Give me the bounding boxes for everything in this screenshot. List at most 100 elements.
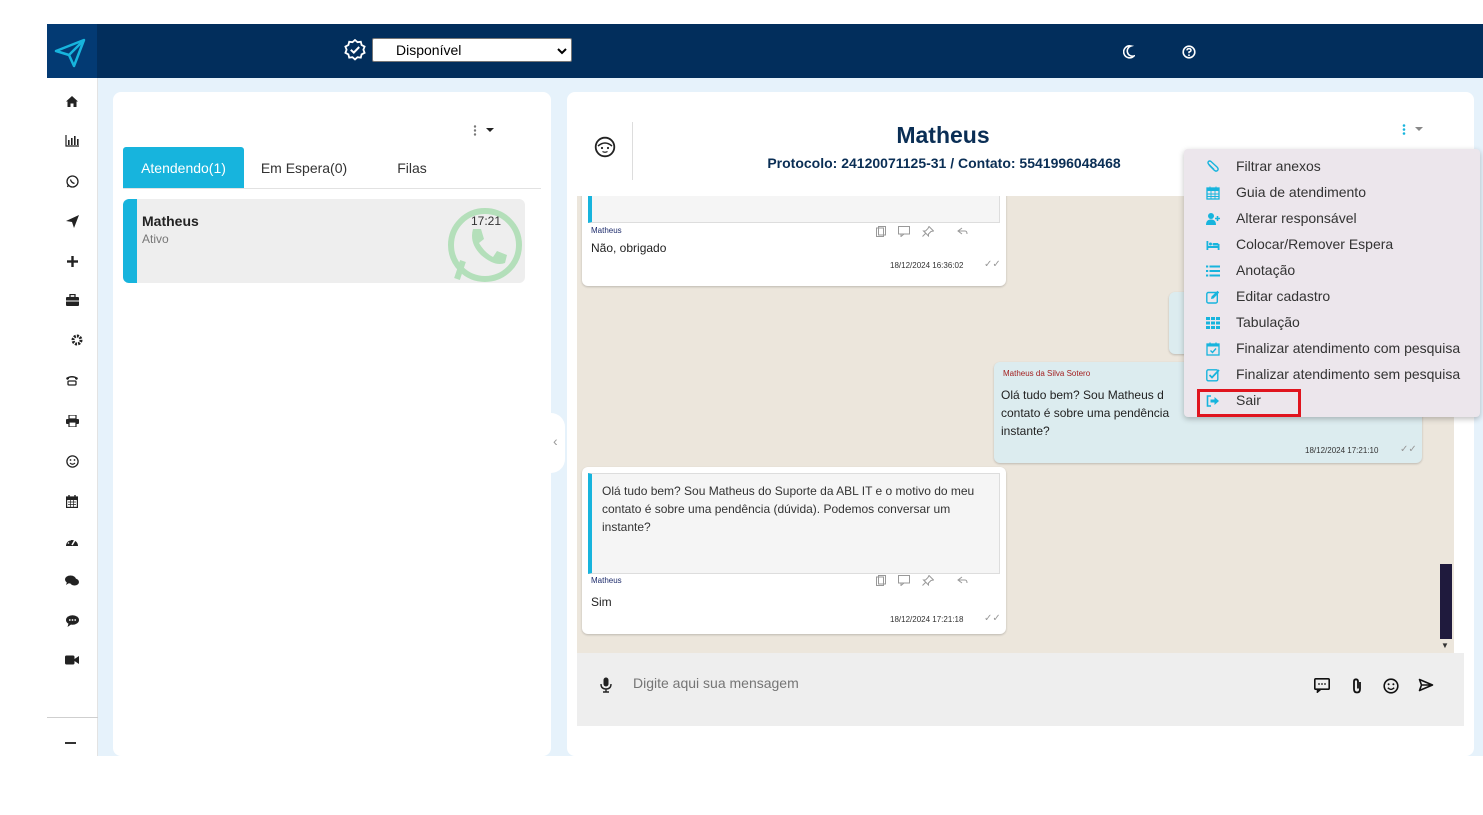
- comments-icon[interactable]: [64, 573, 80, 589]
- calendar-check-icon: [1206, 342, 1220, 356]
- tab-atendendo[interactable]: Atendendo(1): [123, 147, 244, 188]
- printer-icon[interactable]: [64, 413, 80, 429]
- edit-icon: [1206, 290, 1220, 304]
- contact-time: 17:21: [471, 214, 502, 228]
- chat-options-dropdown: Filtrar anexos Guia de atendimento Alter…: [1184, 149, 1480, 417]
- top-bar: Disponível: [47, 24, 1483, 78]
- menu-item-tabulacao[interactable]: Tabulação: [1184, 310, 1480, 336]
- copy-icon[interactable]: [876, 226, 886, 237]
- message-timestamp: 18/12/2024 16:36:02: [890, 261, 964, 270]
- chevron-left-icon: ‹: [553, 433, 558, 449]
- read-receipt-icon: ✓✓: [1400, 444, 1417, 455]
- moon-icon[interactable]: [1123, 45, 1135, 59]
- menu-item-guia-atendimento[interactable]: Guia de atendimento: [1184, 180, 1480, 206]
- message-sender: Matheus: [591, 576, 622, 585]
- copy-icon[interactable]: [876, 575, 886, 586]
- menu-item-label: Guia de atendimento: [1236, 184, 1366, 200]
- list-icon: [1206, 265, 1220, 277]
- bed-icon: [1206, 241, 1220, 250]
- message-input[interactable]: [633, 671, 1233, 695]
- status-select-value: Disponível: [396, 42, 462, 58]
- menu-item-label: Finalizar atendimento sem pesquisa: [1236, 366, 1461, 382]
- briefcase-icon[interactable]: [64, 292, 80, 308]
- message-bubble: Matheus Não, obrigado 18/12/2024 16:36:0…: [582, 196, 1006, 286]
- conversation-list-panel: Atendendo(1) Em Espera(0) Filas Matheus …: [113, 92, 551, 756]
- scrollbar-thumb[interactable]: [1440, 564, 1452, 639]
- read-receipt-icon: ✓✓: [984, 259, 1001, 270]
- collapse-panel-button[interactable]: ‹: [551, 413, 565, 473]
- home-icon[interactable]: [64, 93, 80, 109]
- phone-icon[interactable]: [64, 372, 80, 388]
- comment-template-icon[interactable]: [1314, 678, 1330, 693]
- sidebar: [47, 78, 98, 756]
- message-sender: Matheus: [591, 226, 622, 235]
- chevron-down-icon: [557, 43, 567, 59]
- kebab-icon: [473, 125, 494, 136]
- conversation-tabs: Atendendo(1) Em Espera(0) Filas: [123, 147, 541, 189]
- chat-options-menu[interactable]: [1402, 123, 1428, 141]
- menu-item-label: Colocar/Remover Espera: [1236, 236, 1394, 252]
- whatsapp-icon[interactable]: [64, 173, 80, 189]
- menu-item-label: Alterar responsável: [1236, 210, 1357, 226]
- menu-item-label: Editar cadastro: [1236, 288, 1331, 304]
- message-text: Sim: [591, 595, 612, 609]
- menu-item-finalizar-sem-pesquisa[interactable]: Finalizar atendimento sem pesquisa: [1184, 362, 1480, 388]
- scroll-down-arrow-icon[interactable]: ▼: [1441, 641, 1449, 650]
- check-square-icon: [1206, 369, 1220, 382]
- quoted-message: Olá tudo bem? Sou Matheus do Suporte da …: [588, 473, 1000, 574]
- sidebar-divider: [47, 717, 98, 718]
- chat-title: Matheus: [896, 122, 990, 148]
- comment-icon[interactable]: [898, 575, 910, 586]
- app-window: Disponível Atendendo(1) Em Espera(0) Fil…: [47, 24, 1483, 756]
- paper-plane-logo-icon: [54, 38, 86, 68]
- active-indicator: [123, 199, 137, 283]
- menu-item-label: Tabulação: [1236, 314, 1300, 330]
- menu-item-editar-cadastro[interactable]: Editar cadastro: [1184, 284, 1480, 310]
- kebab-icon: [1402, 124, 1423, 135]
- menu-item-label: Anotação: [1236, 262, 1296, 278]
- message-timestamp: 18/12/2024 17:21:18: [890, 615, 964, 624]
- menu-item-colocar-remover-espera[interactable]: Colocar/Remover Espera: [1184, 232, 1480, 258]
- emoji-icon[interactable]: [1383, 678, 1399, 694]
- badge-check-icon: [344, 39, 366, 61]
- minus-icon[interactable]: [65, 742, 76, 744]
- message-sender: Matheus da Silva Sotero: [1003, 369, 1091, 378]
- reply-icon[interactable]: [946, 226, 968, 237]
- calendar-icon: [1206, 186, 1220, 200]
- video-icon[interactable]: [64, 652, 80, 668]
- message-actions: [876, 575, 968, 586]
- conversation-item[interactable]: Matheus Ativo 17:21: [123, 199, 525, 283]
- calendar-icon[interactable]: [64, 493, 80, 509]
- paperclip-icon[interactable]: [1351, 678, 1363, 694]
- menu-item-anotacao[interactable]: Anotação: [1184, 258, 1480, 284]
- status-select[interactable]: Disponível: [372, 38, 572, 62]
- grid-icon: [1206, 317, 1220, 329]
- smile-icon[interactable]: [64, 453, 80, 469]
- menu-item-finalizar-com-pesquisa[interactable]: Finalizar atendimento com pesquisa: [1184, 336, 1480, 362]
- comment-icon[interactable]: [898, 226, 910, 237]
- message-text: Não, obrigado: [591, 241, 667, 255]
- gear-icon[interactable]: [69, 332, 85, 348]
- pin-icon[interactable]: [922, 226, 934, 237]
- menu-item-label: Filtrar anexos: [1236, 158, 1321, 174]
- reply-icon[interactable]: [946, 575, 968, 586]
- tab-em-espera[interactable]: Em Espera(0): [254, 147, 354, 188]
- help-icon[interactable]: [1182, 45, 1196, 59]
- menu-item-alterar-responsavel[interactable]: Alterar responsável: [1184, 206, 1480, 232]
- chart-icon[interactable]: [64, 133, 80, 149]
- send-message-icon[interactable]: [1418, 678, 1434, 692]
- menu-item-filtrar-anexos[interactable]: Filtrar anexos: [1184, 154, 1480, 180]
- pin-icon[interactable]: [922, 575, 934, 586]
- app-logo[interactable]: [47, 24, 97, 78]
- dashboard-icon[interactable]: [64, 533, 80, 549]
- panel-options-menu[interactable]: [473, 124, 499, 142]
- contact-name: Matheus: [142, 213, 199, 229]
- send-icon[interactable]: [64, 213, 80, 229]
- microphone-icon[interactable]: [600, 677, 612, 693]
- comment-dots-icon[interactable]: [64, 613, 80, 629]
- plus-icon[interactable]: [64, 253, 80, 269]
- tab-filas[interactable]: Filas: [385, 147, 439, 188]
- message-timestamp: 18/12/2024 17:21:10: [1305, 446, 1379, 455]
- sair-highlight-box: [1197, 389, 1301, 417]
- quoted-message: [588, 196, 1000, 223]
